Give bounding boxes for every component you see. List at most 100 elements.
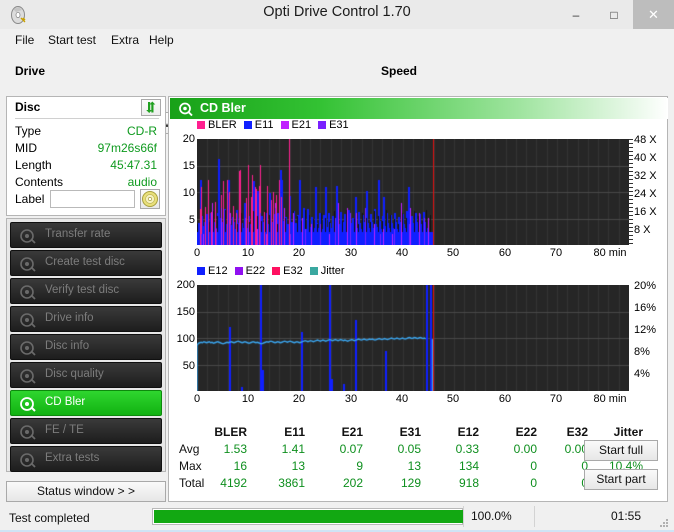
jitter-canvas: [197, 285, 629, 391]
sidebar-item-extra-tests[interactable]: Extra tests: [10, 446, 162, 472]
stats-max-e21: 9: [356, 459, 363, 473]
menu-bar: File Start test Extra Help: [0, 29, 674, 51]
sidebar-item-create-test-disc[interactable]: Create test disc: [10, 250, 162, 276]
bler-rtick-24x: 24 X: [634, 188, 657, 200]
stats-total-e12: 918: [458, 476, 479, 490]
bler-ytick-15: 15: [182, 160, 195, 172]
status-divider-1: [463, 506, 464, 527]
stats-row-avg-label: Avg: [179, 442, 200, 456]
menu-extra[interactable]: Extra: [105, 32, 145, 49]
bler-xtick-10: 10: [241, 247, 255, 259]
sidebar-item-label: Disc info: [45, 340, 90, 352]
disc-mid-value: 97m26s66f: [97, 141, 157, 155]
sidebar-item-verify-test-disc[interactable]: Verify test disc: [10, 278, 162, 304]
disc-panel-divider: [15, 118, 159, 119]
jitter-chart-legend: E12 E22 E32 Jitter: [197, 265, 352, 277]
elapsed-time: 01:55: [610, 509, 641, 523]
bler-chart-legend: BLER E11 E21 E31: [197, 119, 356, 131]
disc-contents-value: audio: [127, 175, 157, 189]
bler-xtick-30: 30: [344, 247, 358, 259]
legend-swatch-e31: [318, 121, 327, 129]
menu-help[interactable]: Help: [143, 32, 180, 49]
stats-col-e12: E12: [457, 425, 479, 439]
legend-swatch-e22: [234, 267, 243, 275]
bler-ytick-20: 20: [182, 133, 195, 145]
menu-file[interactable]: File: [9, 32, 40, 49]
jitter-xtick-10: 10: [241, 393, 255, 405]
jitter-xtick-40: 40: [395, 393, 409, 405]
refresh-icon: [146, 101, 156, 113]
disc-gear-icon: [19, 311, 37, 329]
stats-col-e31: E31: [399, 425, 421, 439]
sidebar-item-drive-info[interactable]: Drive info: [10, 306, 162, 332]
menu-start-test[interactable]: Start test: [42, 32, 102, 49]
start-part-button[interactable]: Start part: [584, 469, 658, 490]
legend-label-e11: E11: [254, 119, 274, 131]
legend-label-bler: BLER: [208, 119, 237, 131]
disc-icon: [142, 191, 158, 207]
sidebar-item-label: FE / TE: [45, 424, 84, 436]
bler-xtick-80: 80 min: [593, 247, 627, 259]
disc-gear-icon: [19, 423, 37, 441]
bler-xtick-40: 40: [395, 247, 409, 259]
sidebar-item-transfer-rate[interactable]: Transfer rate: [10, 222, 162, 248]
start-full-button[interactable]: Start full: [584, 440, 658, 461]
sidebar-item-cd-bler[interactable]: CD Bler: [10, 390, 162, 416]
sidebar-item-fe-te[interactable]: FE / TE: [10, 418, 162, 444]
bler-rtick-40x: 40 X: [634, 152, 657, 164]
sidebar-nav: Transfer rate Create test disc Verify te…: [6, 218, 166, 472]
status-message: Test completed: [9, 511, 90, 525]
bler-xtick-20: 20: [292, 247, 306, 259]
close-button[interactable]: ✕: [633, 0, 674, 29]
label-disc-button[interactable]: [140, 189, 160, 209]
toolbar: Drive (G:) BENQ DVD DD DW1640 BSRB ∨ Spe…: [0, 51, 674, 135]
stats-avg-e12: 0.33: [455, 442, 479, 456]
stats-max-e31: 13: [407, 459, 421, 473]
stats-total-e11: 3861: [278, 476, 305, 490]
speed-label: Speed: [381, 64, 418, 78]
bler-chart: BLER E11 E21 E31 20 15 10 5 48 X 40 X 32 X …: [169, 119, 667, 269]
legend-label-jitter: Jitter: [320, 265, 345, 277]
resize-grip[interactable]: [658, 517, 670, 529]
sidebar-item-disc-info[interactable]: Disc info: [10, 334, 162, 360]
disc-contents-key: Contents: [15, 175, 64, 189]
stats-max-e22: 0: [530, 459, 537, 473]
disc-gear-icon: [19, 451, 37, 469]
stats-col-jitter: Jitter: [613, 425, 643, 439]
bler-xtick-60: 60: [498, 247, 512, 259]
bler-ytick-10: 10: [182, 187, 195, 199]
progress-bar-fill: [154, 510, 463, 523]
legend-label-e32: E32: [283, 265, 303, 277]
sidebar-item-label: Disc quality: [45, 368, 104, 380]
stats-col-e32: E32: [566, 425, 588, 439]
bler-ytick-5: 5: [188, 214, 195, 226]
minimize-icon: –: [572, 7, 580, 22]
legend-label-e12: E12: [208, 265, 228, 277]
disc-info-panel: Disc Type CD-R MID 97m26s66f Length 45:4…: [6, 96, 166, 216]
sidebar-item-label: CD Bler: [45, 396, 86, 408]
legend-label-e22: E22: [245, 265, 266, 277]
stats-col-e22: E22: [515, 425, 537, 439]
sidebar-item-label: Drive info: [45, 312, 94, 324]
maximize-button[interactable]: □: [595, 0, 633, 29]
jitter-rtick-8: 8%: [634, 346, 650, 358]
disc-gear-icon: [19, 227, 37, 245]
sidebar-item-label: Extra tests: [45, 452, 100, 464]
disc-gear-icon: [19, 367, 37, 385]
app-window: Opti Drive Control 1.70 – □ ✕ File Start…: [0, 0, 674, 532]
bler-xtick-50: 50: [446, 247, 460, 259]
speed-ruler: [629, 139, 633, 245]
stats-max-e11: 13: [291, 459, 305, 473]
sidebar-item-disc-quality[interactable]: Disc quality: [10, 362, 162, 388]
legend-swatch-bler: [197, 121, 205, 129]
stats-total-e22: 0: [530, 476, 537, 490]
jitter-ytick-50: 50: [182, 360, 195, 372]
disc-refresh-button[interactable]: [141, 99, 161, 116]
close-icon: ✕: [648, 6, 659, 22]
minimize-button[interactable]: –: [557, 0, 595, 29]
jitter-ytick-200: 200: [176, 279, 195, 291]
progress-bar: [152, 508, 463, 525]
stats-col-bler: BLER: [214, 425, 247, 439]
label-input[interactable]: [50, 190, 135, 208]
status-window-button[interactable]: Status window > >: [6, 481, 166, 502]
